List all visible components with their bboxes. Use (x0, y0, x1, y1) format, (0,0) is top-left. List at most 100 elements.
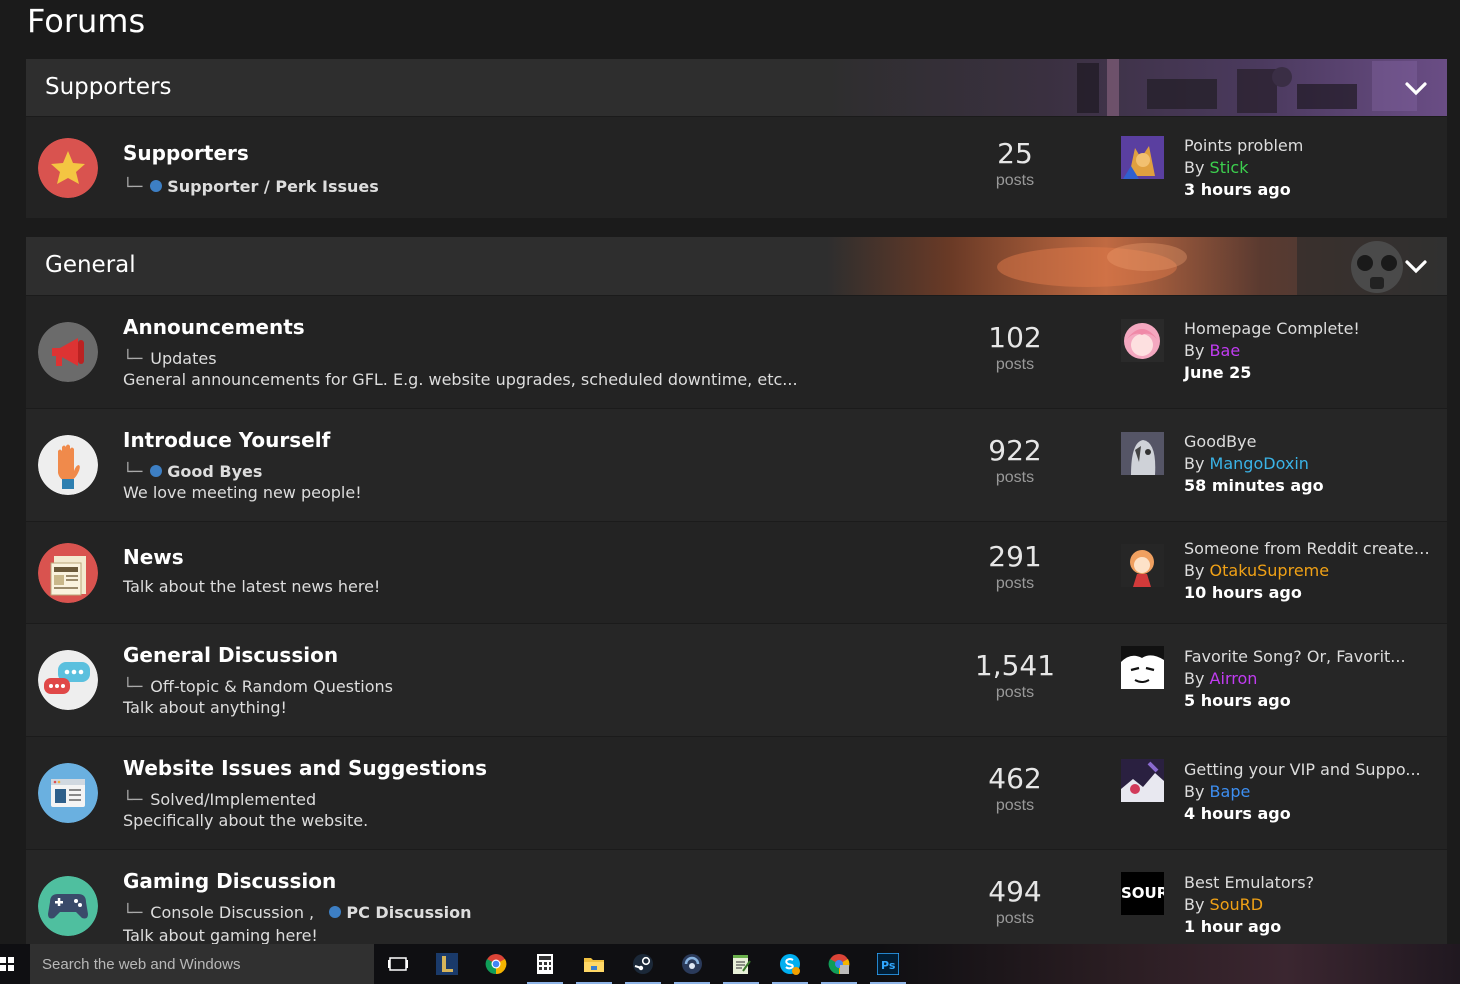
calculator-icon[interactable] (525, 948, 565, 984)
last-post: Points problem By Stick 3 hours ago (1184, 135, 1439, 201)
category-title: Supporters (45, 74, 172, 100)
taskbar-wallpaper (880, 944, 1460, 984)
post-count: 462 posts (966, 762, 1064, 815)
last-post-topic-link[interactable]: Getting your VIP and Suppo... (1184, 759, 1439, 781)
post-count-label: posts (995, 172, 1035, 189)
forum-description: Talk about gaming here! (123, 926, 318, 945)
subforum-link[interactable]: Off-topic & Random Questions (150, 677, 393, 696)
last-post-topic-link[interactable]: Points problem (1184, 135, 1439, 157)
last-post-topic-link[interactable]: Best Emulators? (1184, 872, 1439, 894)
photoshop-icon[interactable]: Ps (868, 948, 908, 984)
subforum-link[interactable]: Console Discussion , (150, 903, 314, 922)
last-post: Homepage Complete! By Bae June 25 (1184, 318, 1439, 384)
post-count: 922 posts (966, 434, 1064, 487)
unread-dot-icon (329, 906, 342, 918)
category-header: General (26, 237, 1447, 295)
taskbar: Search the web and Windows Ps (0, 944, 1460, 984)
post-count-label: posts (995, 797, 1035, 814)
forum-title-link[interactable]: Gaming Discussion (123, 869, 336, 893)
user-link[interactable]: Bape (1210, 782, 1251, 801)
user-avatar[interactable] (1121, 759, 1164, 802)
subforum-link[interactable]: Solved/Implemented (150, 790, 316, 809)
collapse-chevron-icon[interactable] (1403, 75, 1429, 101)
post-count-value: 25 (997, 137, 1033, 170)
last-post-time: 3 hours ago (1184, 180, 1291, 199)
by-label: By (1184, 895, 1205, 914)
forum-title-link[interactable]: Announcements (123, 315, 305, 339)
category-banner-image (827, 237, 1447, 295)
last-post-topic-link[interactable]: Favorite Song? Or, Favorit... (1184, 646, 1439, 668)
forum-title-link[interactable]: General Discussion (123, 643, 338, 667)
forum-description: We love meeting new people! (123, 483, 362, 502)
user-link[interactable]: MangoDoxin (1210, 454, 1309, 473)
unread-dot-icon (150, 180, 163, 192)
forum-title-link[interactable]: Supporters (123, 141, 249, 165)
last-post-time: 5 hours ago (1184, 691, 1291, 710)
league-client-icon[interactable] (427, 948, 467, 984)
post-count-label: posts (995, 575, 1035, 592)
star-icon (38, 137, 98, 198)
notepad-icon[interactable] (721, 948, 761, 984)
subforum-link[interactable]: Good Byes (167, 462, 262, 481)
user-avatar[interactable] (1121, 319, 1164, 362)
last-post: Best Emulators? By SouRD 1 hour ago (1184, 872, 1439, 938)
collapse-chevron-icon[interactable] (1403, 253, 1429, 279)
teamspeak-icon[interactable] (672, 948, 712, 984)
category-header: Supporters (26, 59, 1447, 116)
user-link[interactable]: SouRD (1210, 895, 1264, 914)
forum-row: Supporters └─ Supporter / Perk Issues 25 … (26, 116, 1447, 218)
last-post-topic-link[interactable]: Homepage Complete! (1184, 318, 1439, 340)
category-supporters: Supporters Supporters └─ Supporter / Perk… (26, 59, 1447, 218)
last-post-time: June 25 (1184, 363, 1252, 382)
by-label: By (1184, 561, 1205, 580)
last-post-time: 4 hours ago (1184, 804, 1291, 823)
user-avatar[interactable] (1121, 646, 1164, 689)
post-count: 494 posts (966, 875, 1064, 928)
forum-row: General Discussion └─ Off-topic & Random … (26, 623, 1447, 736)
subforum-list: └─ Solved/Implemented (123, 790, 317, 809)
user-link[interactable]: Airron (1210, 669, 1258, 688)
chrome-app-icon[interactable] (819, 948, 859, 984)
forum-description: Talk about anything! (123, 698, 287, 717)
post-count-label: posts (995, 469, 1035, 486)
task-view-icon[interactable] (378, 948, 418, 984)
post-count: 291 posts (966, 540, 1064, 593)
user-link[interactable]: Bae (1210, 341, 1241, 360)
browser-window-icon (38, 763, 98, 823)
subforum-link[interactable]: PC Discussion (346, 903, 471, 922)
by-label: By (1184, 341, 1205, 360)
category-title: General (45, 252, 136, 278)
last-post-time: 58 minutes ago (1184, 476, 1324, 495)
skype-icon[interactable] (770, 948, 810, 984)
user-avatar[interactable] (1121, 432, 1164, 475)
forum-title-link[interactable]: News (123, 545, 184, 569)
file-explorer-icon[interactable] (574, 948, 614, 984)
user-link[interactable]: Stick (1210, 158, 1249, 177)
chrome-icon[interactable] (476, 948, 516, 984)
taskbar-search-box[interactable]: Search the web and Windows (30, 944, 374, 984)
post-count-value: 494 (988, 875, 1042, 908)
post-count-value: 1,541 (974, 649, 1056, 682)
by-label: By (1184, 158, 1205, 177)
steam-icon[interactable] (623, 948, 663, 984)
forum-description: Talk about the latest news here! (123, 577, 381, 596)
subforum-link[interactable]: Supporter / Perk Issues (167, 177, 379, 196)
page-title: Forums (27, 2, 146, 40)
user-link[interactable]: OtakuSupreme (1210, 561, 1330, 580)
last-post: Someone from Reddit created... By OtakuS… (1184, 538, 1439, 604)
post-count-value: 291 (988, 540, 1042, 573)
forum-title-link[interactable]: Website Issues and Suggestions (123, 756, 487, 780)
last-post-topic-link[interactable]: GoodBye (1184, 431, 1439, 453)
user-avatar[interactable] (1121, 136, 1164, 179)
last-post-topic-link[interactable]: Someone from Reddit created... (1184, 538, 1439, 560)
post-count-label: posts (995, 910, 1035, 927)
forum-row: Introduce Yourself └─ Good Byes We love m… (26, 408, 1447, 521)
user-avatar[interactable]: SOUR (1121, 872, 1164, 915)
post-count-label: posts (995, 356, 1035, 373)
user-avatar[interactable] (1121, 544, 1164, 587)
subforum-link[interactable]: Updates (150, 349, 216, 368)
post-count-label: posts (995, 684, 1035, 701)
forum-title-link[interactable]: Introduce Yourself (123, 428, 330, 452)
windows-start-icon[interactable] (0, 954, 14, 974)
post-count: 25 posts (966, 137, 1064, 190)
